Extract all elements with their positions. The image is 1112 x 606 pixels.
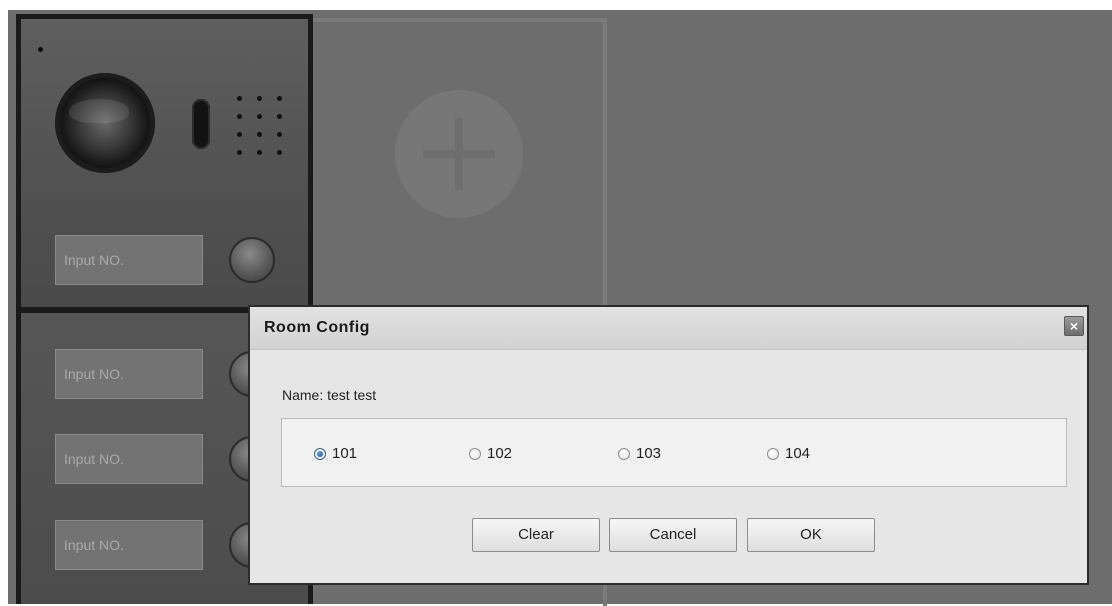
radio-icon[interactable] — [767, 447, 779, 460]
close-icon[interactable]: × — [1064, 316, 1084, 336]
sensor-icon — [192, 99, 210, 149]
dialog-title: Room Config — [264, 319, 370, 336]
room-config-dialog: Room Config × Name: test test 101 102 10… — [248, 305, 1089, 585]
ok-button[interactable]: OK — [747, 518, 875, 552]
cancel-button[interactable]: Cancel — [609, 518, 737, 552]
name-label: Name: test test — [282, 387, 377, 403]
room-option-101[interactable]: 101 — [314, 445, 357, 462]
room-option-104[interactable]: 104 — [767, 445, 810, 462]
call-button[interactable] — [229, 237, 275, 283]
room-number-input[interactable]: Input NO. — [55, 349, 203, 399]
room-option-102[interactable]: 102 — [469, 445, 512, 462]
radio-selected-icon[interactable] — [314, 447, 326, 460]
door-station-camera-module[interactable]: Input NO. — [16, 14, 313, 310]
plus-icon — [455, 118, 463, 190]
room-options-group: 101 102 103 104 — [281, 418, 1067, 487]
camera-lens-icon — [55, 73, 155, 173]
radio-icon[interactable] — [618, 447, 630, 460]
room-option-label: 102 — [487, 445, 513, 462]
speaker-grille-icon — [237, 94, 287, 156]
room-option-label: 104 — [785, 445, 811, 462]
led-indicator-icon — [38, 47, 43, 52]
radio-icon[interactable] — [469, 447, 481, 460]
room-number-input[interactable]: Input NO. — [55, 434, 203, 484]
room-number-input[interactable]: Input NO. — [55, 235, 203, 285]
room-number-input[interactable]: Input NO. — [55, 520, 203, 570]
room-option-label: 101 — [332, 445, 358, 462]
dialog-header: Room Config × — [250, 307, 1087, 350]
clear-button[interactable]: Clear — [472, 518, 600, 552]
room-option-103[interactable]: 103 — [618, 445, 661, 462]
room-option-label: 103 — [636, 445, 662, 462]
lens-glare — [69, 99, 129, 123]
